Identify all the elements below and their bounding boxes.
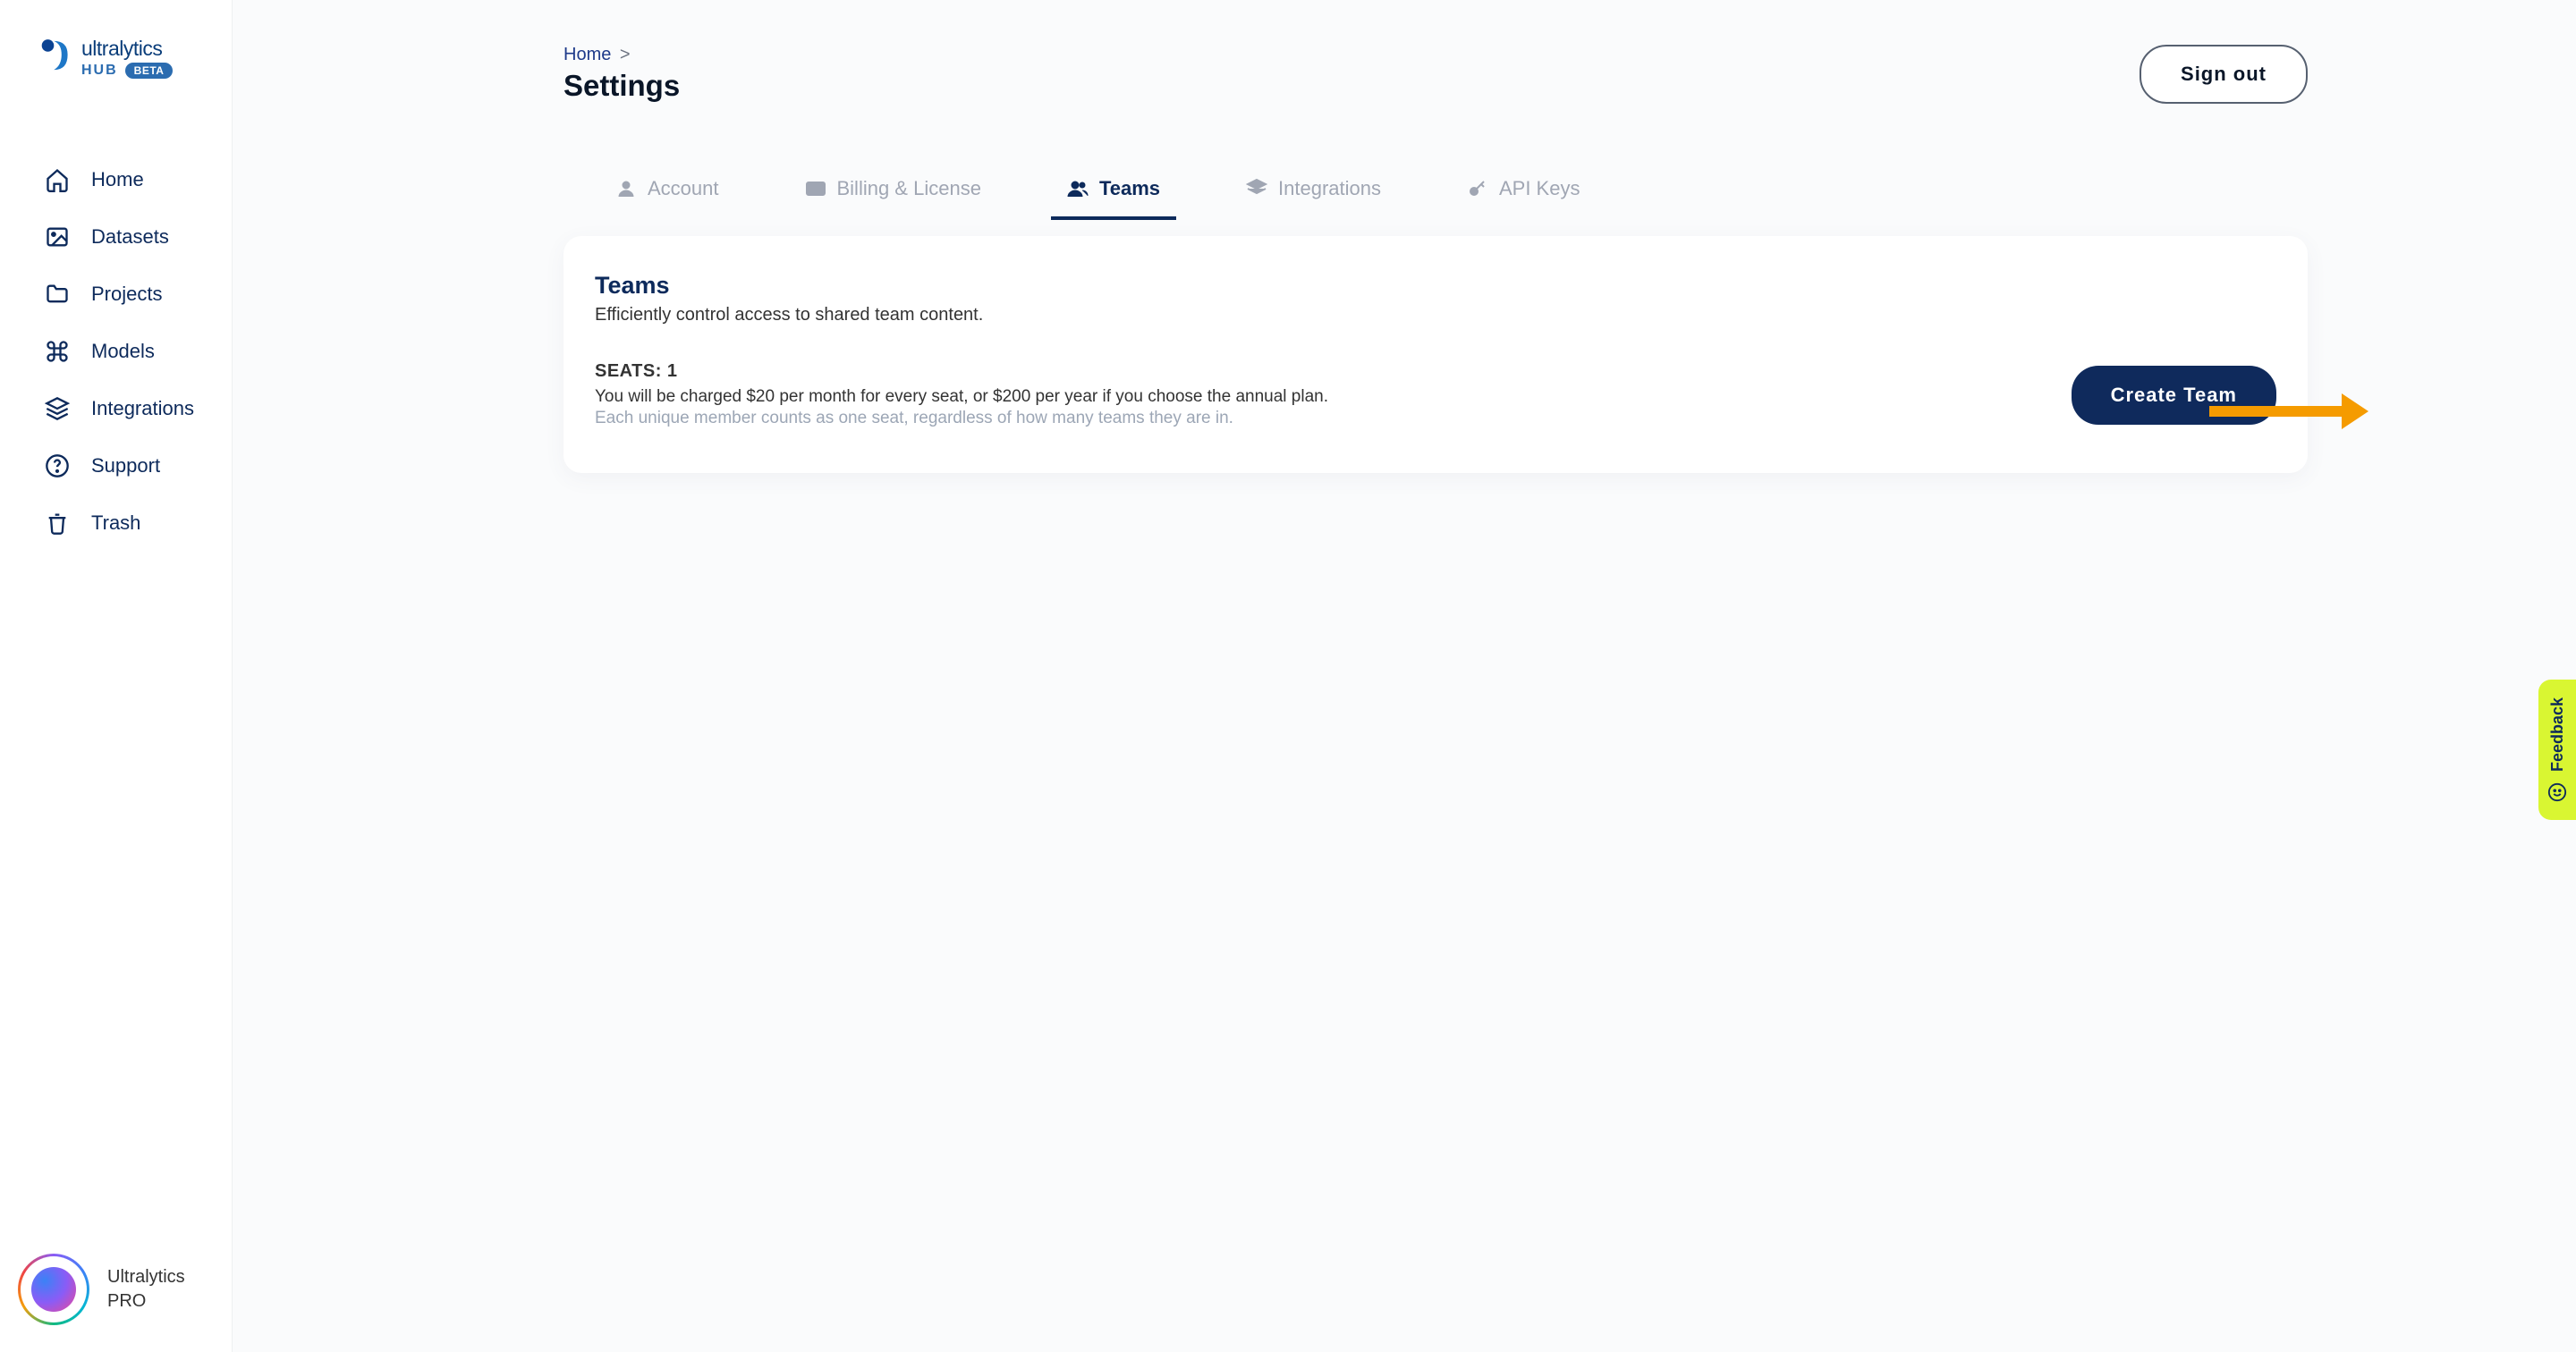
avatar — [18, 1254, 89, 1325]
sidebar-item-label: Trash — [91, 511, 140, 535]
tab-label: Billing & License — [837, 177, 981, 200]
sidebar-item-datasets[interactable]: Datasets — [0, 208, 232, 266]
logo[interactable]: ultralytics HUB BETA — [0, 0, 232, 106]
tab-account[interactable]: Account — [608, 166, 726, 211]
seats-charge-line: You will be charged $20 per month for ev… — [595, 387, 1328, 407]
seats-count: SEATS: 1 — [595, 361, 1328, 382]
tab-label: API Keys — [1499, 177, 1580, 200]
sidebar-item-label: Projects — [91, 283, 162, 306]
breadcrumb[interactable]: Home > — [564, 45, 680, 65]
logo-icon — [40, 36, 71, 80]
sidebar-item-label: Home — [91, 168, 144, 191]
teams-card: Teams Efficiently control access to shar… — [564, 236, 2308, 473]
brand-hub: HUB — [81, 63, 118, 79]
tab-billing[interactable]: Billing & License — [798, 166, 988, 211]
credit-card-icon — [805, 178, 826, 199]
breadcrumb-sep: > — [620, 45, 631, 64]
sign-out-button[interactable]: Sign out — [2140, 45, 2308, 104]
home-icon — [45, 167, 70, 192]
tab-label: Integrations — [1278, 177, 1381, 200]
create-team-button[interactable]: Create Team — [2072, 366, 2276, 425]
people-icon — [1067, 178, 1089, 199]
tab-teams[interactable]: Teams — [1060, 166, 1167, 211]
feedback-tab[interactable]: Feedback — [2538, 680, 2576, 820]
folder-icon — [45, 282, 70, 307]
page-title: Settings — [564, 69, 680, 103]
sidebar-item-models[interactable]: Models — [0, 323, 232, 380]
sidebar-item-label: Models — [91, 340, 155, 363]
smile-icon — [2547, 782, 2567, 802]
card-description: Efficiently control access to shared tea… — [595, 305, 2276, 325]
sidebar-item-label: Datasets — [91, 225, 169, 249]
seats-note-line: Each unique member counts as one seat, r… — [595, 409, 1328, 428]
image-icon — [45, 224, 70, 249]
help-icon — [45, 453, 70, 478]
feedback-label: Feedback — [2548, 697, 2567, 772]
tab-label: Account — [648, 177, 719, 200]
sidebar: ultralytics HUB BETA Home Datasets Proje… — [0, 0, 233, 1352]
trash-icon — [45, 511, 70, 536]
settings-tabs: Account Billing & License Teams Integrat… — [564, 166, 2308, 211]
tab-integrations[interactable]: Integrations — [1239, 166, 1388, 211]
brand-beta: BETA — [125, 63, 174, 79]
command-icon — [45, 339, 70, 364]
sidebar-item-support[interactable]: Support — [0, 437, 232, 494]
person-icon — [615, 178, 637, 199]
main-content: Home > Settings Sign out Account Billing… — [233, 0, 2576, 1352]
sidebar-item-trash[interactable]: Trash — [0, 494, 232, 552]
user-plan: PRO — [107, 1291, 185, 1312]
user-name: Ultralytics — [107, 1267, 185, 1288]
sidebar-item-label: Support — [91, 454, 160, 477]
sidebar-item-projects[interactable]: Projects — [0, 266, 232, 323]
sidebar-item-home[interactable]: Home — [0, 151, 232, 208]
layers-icon — [1246, 178, 1267, 199]
tab-label: Teams — [1099, 177, 1160, 200]
layers-icon — [45, 396, 70, 421]
user-profile[interactable]: Ultralytics PRO — [0, 1254, 232, 1325]
tab-apikeys[interactable]: API Keys — [1460, 166, 1587, 211]
nav-items: Home Datasets Projects Models Integratio… — [0, 106, 232, 552]
sidebar-item-label: Integrations — [91, 397, 194, 420]
card-title: Teams — [595, 272, 2276, 300]
breadcrumb-home[interactable]: Home — [564, 45, 611, 64]
sidebar-item-integrations[interactable]: Integrations — [0, 380, 232, 437]
brand-name: ultralytics — [81, 37, 173, 61]
key-icon — [1467, 178, 1488, 199]
